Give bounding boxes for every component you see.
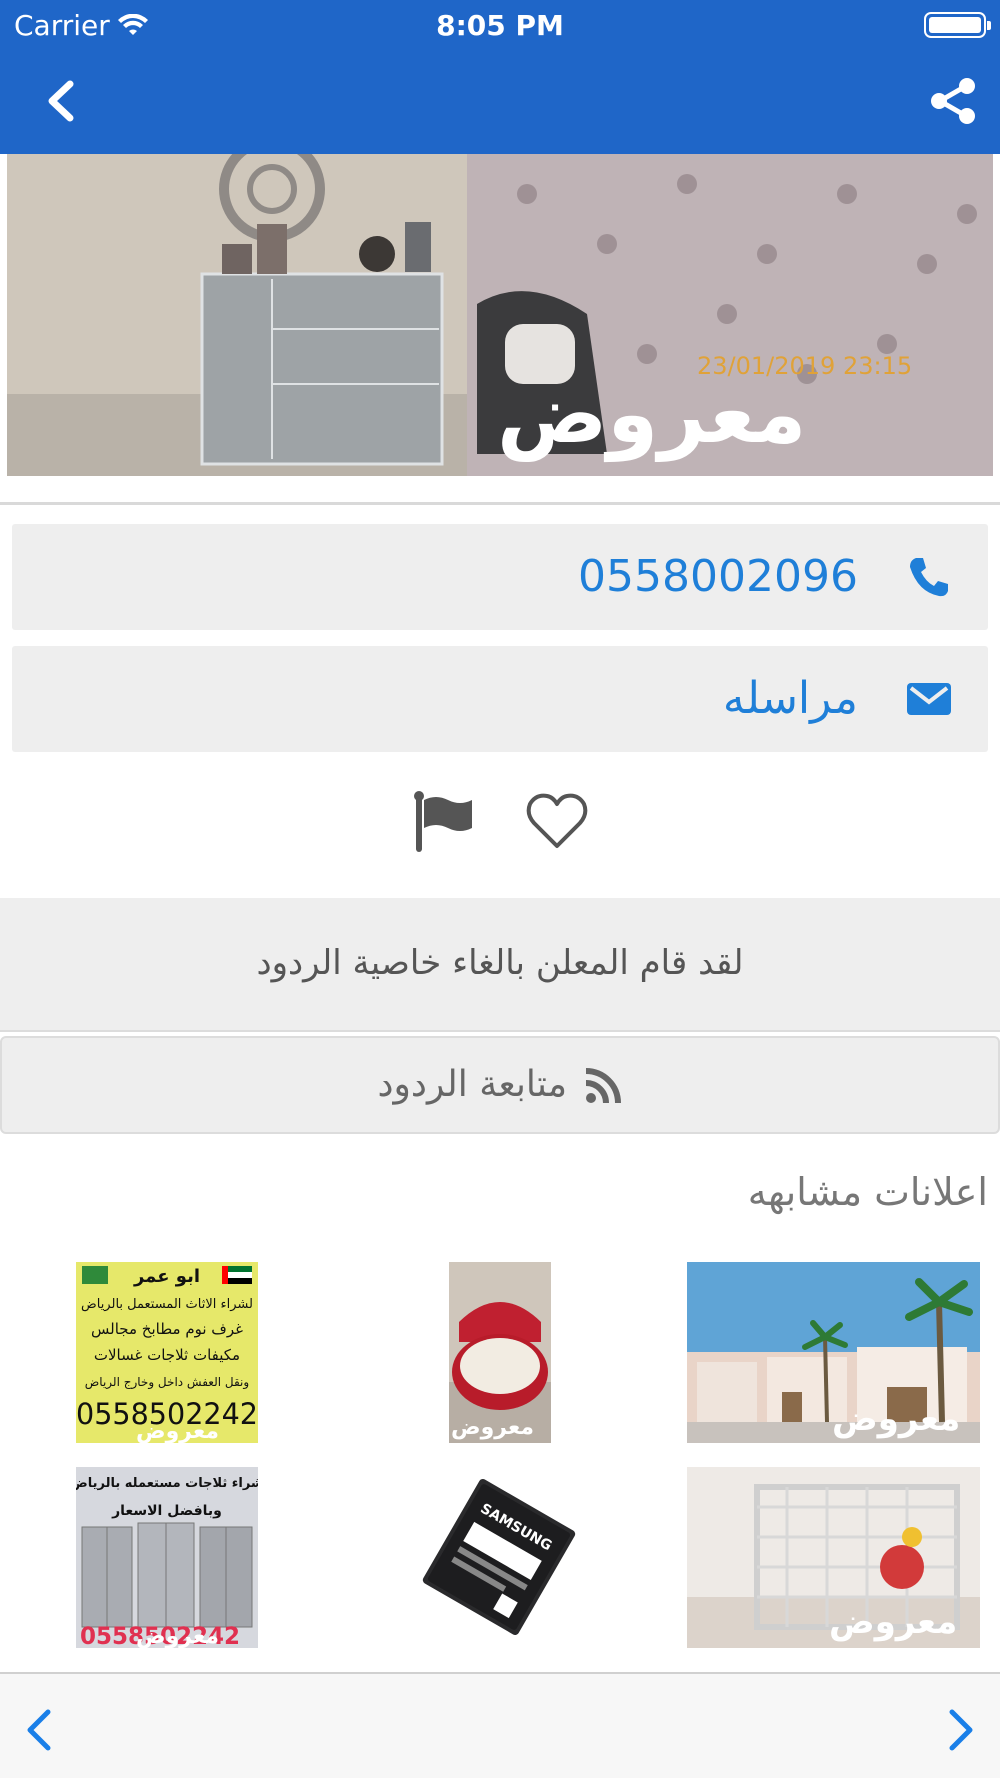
favorite-button[interactable] [524,790,590,854]
flyer-line: وبافضل الاسعار [111,1503,222,1519]
thumb-watermark: معروض [136,1624,219,1648]
comments-disabled-notice: لقد قام المعلن بالغاء خاصية الردود [0,898,1000,1032]
similar-ad-thumb[interactable]: معروض [687,1467,980,1648]
similar-ad-thumb[interactable]: معروض [449,1262,551,1443]
next-ad-button[interactable] [946,1708,976,1752]
ad-main-image[interactable]: 23/01/2019 23:15 معروض [7,154,993,476]
thumb-watermark: معروض [832,1399,960,1439]
call-button[interactable]: 0558002096 [12,524,988,630]
thumb-watermark: معروض [829,1602,957,1642]
similar-ads-title: اعلانات مشابهه [747,1170,988,1214]
flyer-line: غرف نوم مطابخ مجالس [91,1320,243,1338]
hero-watermark: معروض [497,367,806,463]
thumb-watermark: معروض [136,1419,219,1443]
similar-ad-thumb[interactable]: ابو عمر لشراء الاثاث المستعمل بالرياض غر… [76,1262,258,1443]
bottom-nav-bar [0,1672,1000,1778]
message-label: مراسله [722,673,858,724]
similar-ad-thumb[interactable]: SAMSUNG [408,1467,590,1648]
follow-comments-label: متابعة الردود [377,1064,568,1105]
flyer-line: شراء ثلاجات مستعمله بالرياض [76,1476,258,1491]
top-bar: Carrier 8:05 PM [0,0,1000,154]
rss-icon [586,1068,622,1104]
status-bar: Carrier 8:05 PM [0,0,1000,50]
heart-icon [526,793,588,848]
flyer-line: مكيفات ثلاجات غسالات [94,1346,240,1364]
chevron-right-icon [949,1709,973,1751]
flyer-line: ونقل العفش داخل وخارج الرياض [85,1375,249,1390]
similar-ad-thumb[interactable]: معروض [687,1262,980,1443]
ad-actions [0,790,1000,864]
phone-number: 0558002096 [578,551,858,602]
divider [0,502,1000,505]
chevron-left-icon [48,80,74,122]
battery-icon [924,12,991,38]
thumb-watermark: معروض [451,1415,534,1440]
flag-icon [414,791,472,852]
flyer-line: لشراء الاثاث المستعمل بالرياض [81,1297,253,1312]
similar-ad-thumb[interactable]: شراء ثلاجات مستعمله بالرياض وبافضل الاسع… [76,1467,258,1648]
follow-comments-button[interactable]: متابعة الردود [0,1036,1000,1134]
back-button[interactable] [40,76,84,126]
message-button[interactable]: مراسله [12,646,988,752]
clock: 8:05 PM [436,9,564,42]
envelope-icon [907,683,951,715]
report-button[interactable] [414,790,474,854]
previous-ad-button[interactable] [24,1708,54,1752]
ad-detail-screen: Carrier 8:05 PM 23/01/2019 23:15 معروض 0… [0,0,1000,1778]
share-button[interactable] [928,76,978,126]
flyer-name: ابو عمر [133,1266,200,1287]
phone-icon [910,558,948,597]
share-icon [931,78,975,124]
chevron-left-icon [27,1709,51,1751]
